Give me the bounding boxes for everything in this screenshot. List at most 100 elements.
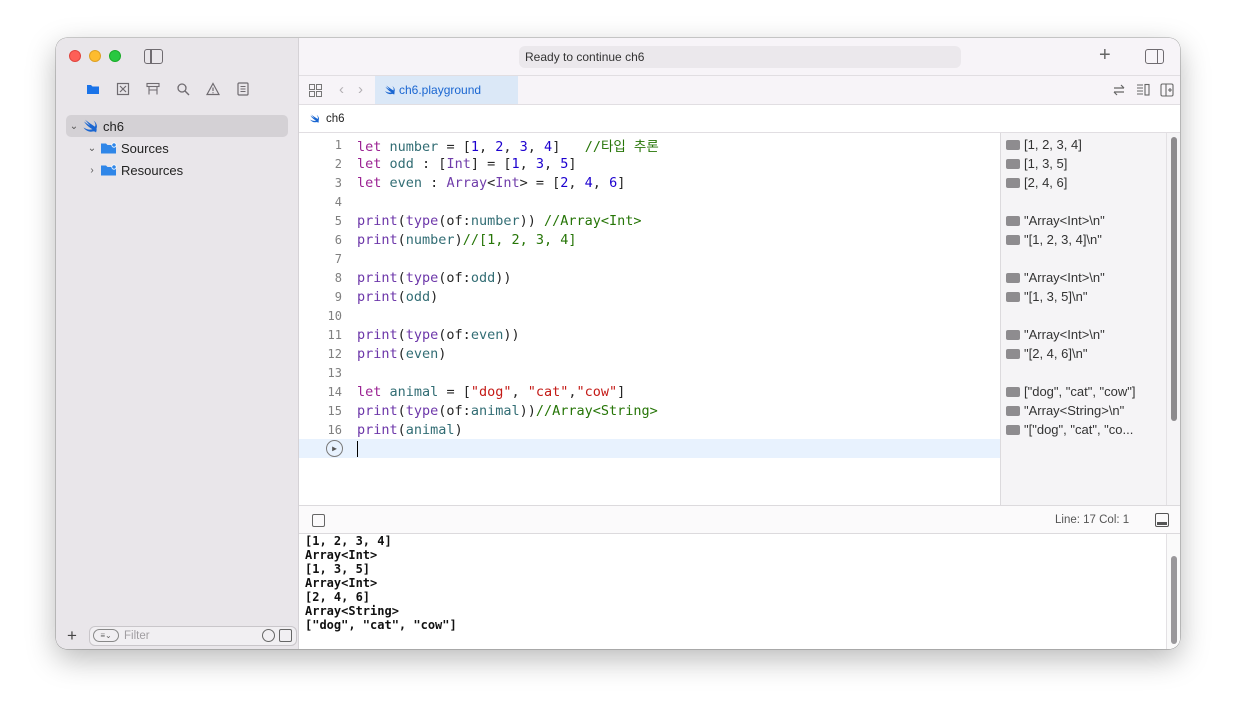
add-icon[interactable]: + (67, 626, 81, 646)
code-text[interactable]: let even : Array<Int> = [2, 4, 6] (357, 175, 625, 191)
tree-item-ch6[interactable]: ⌄ ch6 (66, 115, 288, 137)
tree-item-resources[interactable]: › Resources (66, 159, 288, 181)
quick-look-icon[interactable] (1006, 291, 1020, 302)
quick-look-icon[interactable] (1006, 424, 1020, 435)
code-text[interactable]: print(animal) (357, 422, 463, 438)
tree-item-sources[interactable]: ⌄ Sources (66, 137, 288, 159)
project-navigator-folder-icon[interactable] (86, 82, 100, 96)
console-toggle-icon[interactable] (1155, 513, 1169, 527)
code-text[interactable]: print(type(of:odd)) (357, 270, 511, 286)
swift-icon (385, 85, 395, 95)
results-scrollbar[interactable] (1166, 133, 1180, 505)
run-checkbox-icon[interactable] (312, 514, 325, 527)
forward-arrow-icon[interactable]: › (358, 81, 363, 98)
recent-files-clock-icon[interactable] (262, 629, 275, 642)
line-number: 7 (334, 251, 342, 266)
quick-look-icon[interactable] (1006, 386, 1020, 397)
breadcrumb[interactable]: ch6 (326, 113, 345, 125)
quick-look-icon[interactable] (1006, 158, 1020, 169)
result-item[interactable]: "["dog", "cat", "co... (1006, 420, 1164, 439)
source-control-icon[interactable] (116, 82, 130, 96)
swap-arrows-icon[interactable] (1112, 83, 1126, 97)
tab-ch6-playground[interactable]: ch6.playground (375, 76, 518, 104)
result-item[interactable]: "[1, 2, 3, 4]\n" (1006, 230, 1164, 249)
inspector-toggle-icon[interactable] (1145, 49, 1164, 64)
back-arrow-icon[interactable]: ‹ (339, 81, 344, 98)
result-item[interactable]: [1, 3, 5] (1006, 154, 1164, 173)
result-item[interactable]: "Array<Int>\n" (1006, 325, 1164, 344)
result-item[interactable]: ["dog", "cat", "cow"] (1006, 382, 1164, 401)
run-play-icon[interactable]: ▶ (326, 440, 343, 457)
issue-warning-icon[interactable] (206, 82, 220, 96)
zoom-window-button[interactable] (109, 50, 121, 62)
result-item[interactable]: "Array<Int>\n" (1006, 268, 1164, 287)
scroll-thumb[interactable] (1171, 137, 1177, 421)
close-window-button[interactable] (69, 50, 81, 62)
code-line[interactable]: 4 (299, 192, 1000, 211)
editor-options-icon[interactable] (1136, 83, 1150, 97)
code-line[interactable]: 11 print(type(of:even)) (299, 325, 1000, 344)
chevron-down-icon[interactable]: ⌄ (86, 143, 98, 154)
add-library-plus-icon[interactable]: + (1099, 44, 1111, 67)
code-text[interactable]: print(type(of:animal))//Array<String> (357, 403, 658, 419)
code-text[interactable]: let animal = ["dog", "cat","cow"] (357, 384, 625, 400)
quick-look-icon[interactable] (1006, 329, 1020, 340)
result-item[interactable]: "Array<Int>\n" (1006, 211, 1164, 230)
jump-bar[interactable]: ch6 (299, 105, 1180, 133)
filter-field[interactable]: ≡⌄ Filter (89, 625, 297, 646)
source-control-filter-icon[interactable] (279, 629, 292, 642)
quick-look-icon[interactable] (1006, 139, 1020, 150)
code-line[interactable]: 8 print(type(of:odd)) (299, 268, 1000, 287)
result-item[interactable]: "Array<String>\n" (1006, 401, 1164, 420)
code-line[interactable]: 10 (299, 306, 1000, 325)
code-text[interactable]: print(number)//[1, 2, 3, 4] (357, 232, 577, 248)
console-scrollbar[interactable] (1166, 534, 1180, 649)
code-line[interactable]: 5 print(type(of:number)) //Array<Int> (299, 211, 1000, 230)
quick-look-icon[interactable] (1006, 405, 1020, 416)
console-output[interactable]: [1, 2, 3, 4] Array<Int> [1, 3, 5] Array<Int… (299, 534, 1180, 649)
report-navigator-icon[interactable] (236, 82, 250, 96)
code-line[interactable]: 6 print(number)//[1, 2, 3, 4] (299, 230, 1000, 249)
result-item[interactable]: [1, 2, 3, 4] (1006, 135, 1164, 154)
code-line[interactable]: 1 let number = [1, 2, 3, 4] //타입 추론 (299, 135, 1000, 155)
code-line[interactable]: 3 let even : Array<Int> = [2, 4, 6] (299, 173, 1000, 192)
minimize-window-button[interactable] (89, 50, 101, 62)
symbol-navigator-icon[interactable] (146, 82, 160, 96)
folder-icon (101, 142, 117, 154)
result-item[interactable]: "[2, 4, 6]\n" (1006, 344, 1164, 363)
code-line[interactable]: 15 print(type(of:animal))//Array<String> (299, 401, 1000, 420)
code-text[interactable]: let odd : [Int] = [1, 3, 5] (357, 156, 577, 172)
result-item[interactable]: "[1, 3, 5]\n" (1006, 287, 1164, 306)
code-line[interactable]: 13 (299, 363, 1000, 382)
current-line[interactable]: ▶ (299, 439, 1000, 458)
code-line[interactable]: 14 let animal = ["dog", "cat","cow"] (299, 382, 1000, 401)
quick-look-icon[interactable] (1006, 177, 1020, 188)
add-editor-split-icon[interactable] (1160, 83, 1174, 97)
scroll-thumb[interactable] (1171, 556, 1177, 644)
result-item[interactable]: [2, 4, 6] (1006, 173, 1164, 192)
filter-options-icon[interactable]: ≡⌄ (93, 629, 119, 642)
code-text[interactable]: print(even) (357, 346, 446, 362)
quick-look-icon[interactable] (1006, 348, 1020, 359)
quick-look-icon[interactable] (1006, 234, 1020, 245)
result-value: "["dog", "cat", "co... (1024, 422, 1134, 437)
quick-look-icon[interactable] (1006, 272, 1020, 283)
code-text[interactable]: print(type(of:even)) (357, 327, 520, 343)
code-text[interactable]: print(type(of:number)) //Array<Int> (357, 213, 642, 229)
code-line[interactable]: 12 print(even) (299, 344, 1000, 363)
code-line[interactable]: 16 print(animal) (299, 420, 1000, 439)
code-line[interactable]: 9 print(odd) (299, 287, 1000, 306)
line-number: 2 (334, 156, 342, 171)
code-text[interactable]: let number = [1, 2, 3, 4] //타입 추론 (357, 135, 659, 155)
code-line[interactable]: 2 let odd : [Int] = [1, 3, 5] (299, 154, 1000, 173)
sidebar-toggle-icon[interactable] (144, 49, 163, 64)
code-editor[interactable]: 16 print(animal) 15 print(type(of:animal))/… (299, 133, 1000, 505)
code-line[interactable]: 7 (299, 249, 1000, 268)
quick-look-icon[interactable] (1006, 215, 1020, 226)
chevron-right-icon[interactable]: › (86, 165, 98, 176)
result-value: "Array<Int>\n" (1024, 270, 1105, 285)
search-icon[interactable] (176, 82, 190, 96)
chevron-down-icon[interactable]: ⌄ (68, 121, 80, 132)
code-text[interactable]: print(odd) (357, 289, 438, 305)
related-items-grid-icon[interactable] (309, 84, 322, 97)
